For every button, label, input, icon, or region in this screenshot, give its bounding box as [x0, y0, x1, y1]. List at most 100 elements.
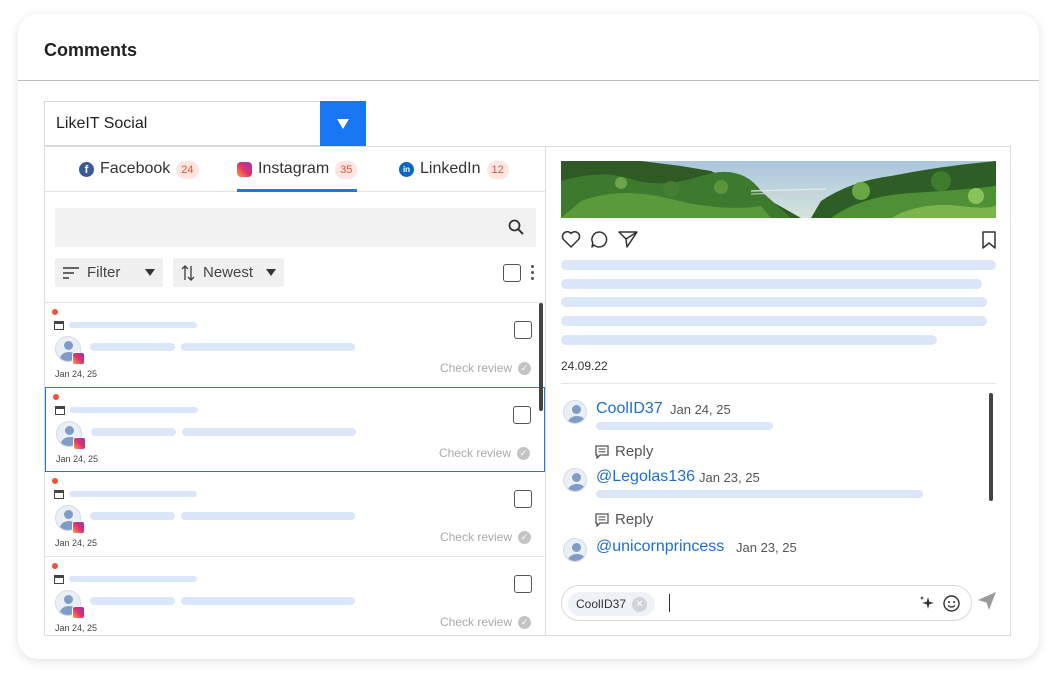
post-caption-skeleton — [561, 316, 987, 326]
platform-tabs: f Facebook 24 Instagram 35 in LinkedIn 1… — [45, 147, 545, 192]
mention-chip[interactable]: CoolID37 ✕ — [568, 592, 656, 616]
unread-dot — [53, 394, 59, 400]
avatar — [563, 468, 587, 492]
comment-text-skeleton — [596, 422, 773, 430]
list-item[interactable]: Jan 24, 25 Check review ✓ — [45, 387, 545, 472]
sort-button[interactable]: Newest — [173, 258, 284, 287]
select-all-checkbox[interactable] — [503, 264, 521, 282]
tab-instagram[interactable]: Instagram 35 — [237, 159, 358, 192]
tab-linkedin-label: LinkedIn — [420, 160, 481, 177]
heart-icon[interactable] — [561, 230, 581, 249]
sort-label: Newest — [203, 264, 254, 281]
instagram-icon — [237, 162, 252, 177]
post-icon — [54, 321, 64, 330]
comment-author[interactable]: @Legolas136 — [596, 468, 695, 486]
item-date: Jan 24, 25 — [56, 454, 99, 464]
emoji-icon[interactable] — [943, 595, 960, 612]
instagram-icon — [73, 437, 86, 450]
avatar — [55, 505, 85, 534]
reply-button[interactable]: Reply — [595, 511, 653, 528]
comment-author[interactable]: CoolID37 — [596, 400, 663, 418]
account-select[interactable]: LikeIT Social — [44, 101, 366, 146]
item-date: Jan 24, 25 — [55, 369, 98, 379]
list-item[interactable]: Jan 24, 25 Check review ✓ — [45, 303, 545, 388]
comments-scrollbar[interactable] — [989, 393, 993, 501]
tab-instagram-count: 35 — [335, 161, 358, 179]
unread-dot — [52, 309, 58, 315]
comments-panel: f Facebook 24 Instagram 35 in LinkedIn 1… — [44, 146, 1011, 636]
post-detail-pane: 24.09.22 CoolID37 Jan 24, 25 Reply @Lego… — [546, 147, 1010, 635]
post-icon — [55, 406, 65, 415]
more-options-icon[interactable] — [531, 265, 535, 283]
skeleton-line — [91, 428, 176, 436]
tab-linkedin[interactable]: in LinkedIn 12 — [399, 159, 509, 189]
item-date: Jan 24, 25 — [55, 623, 98, 633]
post-caption-skeleton — [561, 260, 996, 270]
text-cursor — [669, 594, 670, 612]
reply-icon — [595, 444, 609, 459]
comment-bubble-icon[interactable] — [590, 230, 609, 249]
tab-instagram-label: Instagram — [258, 160, 330, 177]
avatar — [55, 590, 85, 619]
skeleton-line — [69, 322, 197, 328]
bookmark-icon[interactable] — [982, 231, 996, 249]
item-checkbox[interactable] — [514, 321, 532, 339]
instagram-icon — [72, 606, 85, 619]
facebook-icon: f — [79, 162, 94, 177]
check-circle-icon: ✓ — [518, 615, 531, 629]
linkedin-icon: in — [399, 162, 414, 177]
reply-button[interactable]: Reply — [595, 443, 653, 460]
comment-author[interactable]: @unicornprincess — [596, 538, 724, 556]
account-select-value: LikeIT Social — [56, 115, 148, 132]
sparkle-icon[interactable] — [919, 595, 935, 611]
filter-button[interactable]: Filter — [55, 258, 163, 287]
comment-list-pane: f Facebook 24 Instagram 35 in LinkedIn 1… — [45, 147, 546, 635]
unread-dot — [52, 563, 58, 569]
comment-list: Jan 24, 25 Check review ✓ Jan 24, 25 Chec… — [45, 302, 545, 635]
item-checkbox[interactable] — [513, 406, 531, 424]
header-divider — [18, 80, 1039, 81]
tab-linkedin-count: 12 — [486, 161, 509, 179]
tab-facebook-count: 24 — [176, 161, 199, 179]
list-item[interactable]: Jan 24, 25 Check review ✓ — [45, 472, 545, 557]
share-icon[interactable] — [618, 230, 638, 249]
tab-facebook[interactable]: f Facebook 24 — [79, 159, 199, 189]
post-divider — [561, 383, 996, 384]
search-icon[interactable] — [508, 219, 524, 235]
send-icon[interactable] — [977, 591, 997, 611]
account-select-toggle[interactable] — [320, 101, 366, 146]
comment-date: Jan 23, 25 — [699, 470, 760, 485]
item-checkbox[interactable] — [514, 490, 532, 508]
comments-card: Comments LikeIT Social f Facebook 24 Ins… — [18, 14, 1039, 659]
post-date: 24.09.22 — [561, 359, 608, 373]
filter-icon — [63, 266, 79, 279]
skeleton-line — [90, 512, 175, 520]
post-icon — [54, 575, 64, 584]
close-icon[interactable]: ✕ — [632, 596, 648, 612]
skeleton-line — [181, 597, 355, 605]
unread-dot — [52, 478, 58, 484]
chevron-down-icon — [145, 269, 155, 276]
avatar — [563, 400, 587, 424]
reply-composer-input[interactable]: CoolID37 ✕ — [561, 585, 972, 621]
post-caption-skeleton — [561, 279, 982, 289]
post-caption-skeleton — [561, 335, 937, 345]
comment-item: @Legolas136 Jan 23, 25 Reply — [561, 468, 981, 528]
post-caption-skeleton — [561, 297, 987, 307]
item-checkbox[interactable] — [514, 575, 532, 593]
sort-icon — [181, 264, 195, 281]
search-input[interactable] — [55, 208, 536, 247]
post-icon — [54, 490, 64, 499]
skeleton-line — [69, 491, 197, 497]
check-review-status: Check review ✓ — [440, 530, 531, 544]
comment-date: Jan 24, 25 — [670, 402, 731, 417]
filter-label: Filter — [87, 264, 121, 281]
triangle-down-icon — [337, 118, 349, 129]
skeleton-line — [69, 576, 197, 582]
avatar — [563, 538, 587, 562]
check-circle-icon: ✓ — [518, 361, 531, 375]
list-scrollbar[interactable] — [539, 303, 543, 411]
check-review-status: Check review ✓ — [440, 361, 531, 375]
avatar — [56, 421, 86, 450]
list-item[interactable]: Jan 24, 25 Check review ✓ — [45, 557, 545, 635]
